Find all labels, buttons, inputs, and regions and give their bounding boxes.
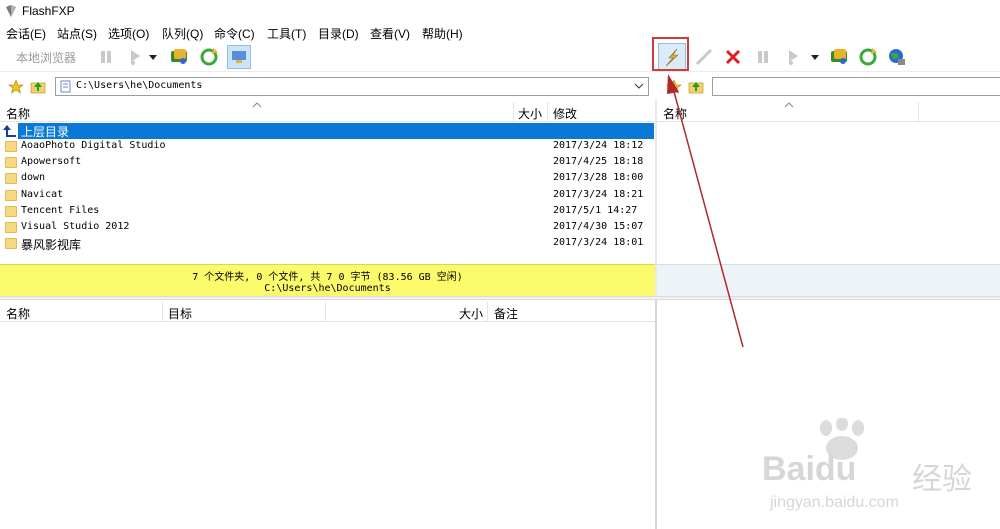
watermark-brand: Baidu (762, 450, 857, 488)
baidu-watermark: Baidu 经验 jingyan.baidu.com (762, 418, 992, 518)
watermark-cn: 经验 (912, 462, 972, 497)
watermark-url: jingyan.baidu.com (770, 494, 899, 511)
